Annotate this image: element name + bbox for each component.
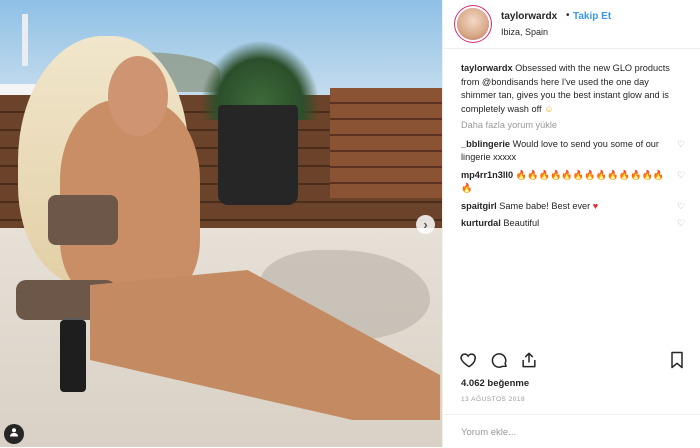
post-photo[interactable]: ›	[0, 0, 442, 447]
comment-row: kurturdal Beautiful ♡	[461, 217, 686, 231]
caption: taylorwardx Obsessed with the new GLO pr…	[461, 62, 686, 116]
comment-username[interactable]: spaitgirl	[461, 201, 497, 211]
comment-row: spaitgirl Same babe! Best ever ♥ ♡	[461, 200, 686, 214]
user-tag-icon[interactable]	[4, 424, 24, 444]
add-comment-bar[interactable]: Yorum ekle...	[443, 414, 700, 448]
share-upload-icon[interactable]	[519, 350, 539, 370]
comment-text: Same babe! Best ever	[496, 200, 593, 211]
smile-emoji-icon: ☺	[544, 103, 554, 114]
comments-list: taylorwardx Obsessed with the new GLO pr…	[461, 62, 686, 235]
comment-username[interactable]: mp4rr1n3ll0	[461, 170, 513, 180]
yacht-mast	[22, 14, 28, 66]
bikini-top	[48, 195, 118, 245]
comment-like-icon[interactable]: ♡	[677, 170, 686, 180]
load-more-comments[interactable]: Daha fazla yorum yükle	[461, 119, 686, 133]
caption-username[interactable]: taylorwardx	[461, 63, 513, 73]
username[interactable]: taylorwardx	[501, 11, 557, 22]
follow-button[interactable]: Takip Et	[573, 11, 611, 22]
product-bottle	[60, 320, 86, 392]
wooden-fence	[330, 88, 442, 198]
next-photo-button[interactable]: ›	[416, 215, 435, 234]
comment-row: mp4rr1n3ll0 🔥🔥🔥🔥🔥🔥🔥🔥🔥🔥🔥🔥🔥🔥 ♡	[461, 169, 686, 196]
separator-dot: •	[566, 10, 570, 21]
planter	[218, 105, 298, 205]
comment-like-icon[interactable]: ♡	[677, 201, 686, 211]
comment-username[interactable]: kurturdal	[461, 218, 501, 228]
action-bar	[443, 346, 700, 376]
post-header: taylorwardx • Takip Et Ibiza, Spain	[443, 0, 700, 49]
bookmark-icon[interactable]	[667, 350, 687, 370]
comment-like-icon[interactable]: ♡	[677, 219, 686, 228]
comment-bubble-icon[interactable]	[489, 350, 509, 370]
face	[108, 56, 168, 136]
comment-username[interactable]: _bblingerie	[461, 139, 510, 149]
heart-emoji-icon: ♥	[592, 200, 599, 211]
comment-text: Beautiful	[500, 218, 540, 228]
post-sidebar: taylorwardx • Takip Et Ibiza, Spain tayl…	[442, 0, 700, 447]
location[interactable]: Ibiza, Spain	[501, 27, 548, 37]
heart-outline-icon[interactable]	[459, 350, 479, 370]
avatar[interactable]	[457, 8, 489, 40]
comment-like-icon[interactable]: ♡	[677, 139, 686, 149]
comment-row: _bblingerie Would love to send you some …	[461, 138, 686, 165]
comment-input[interactable]: Yorum ekle...	[461, 427, 516, 438]
post-date: 13 AĞUSTOS 2018	[461, 396, 526, 403]
likes-count[interactable]: 4.062 beğenme	[461, 378, 529, 389]
